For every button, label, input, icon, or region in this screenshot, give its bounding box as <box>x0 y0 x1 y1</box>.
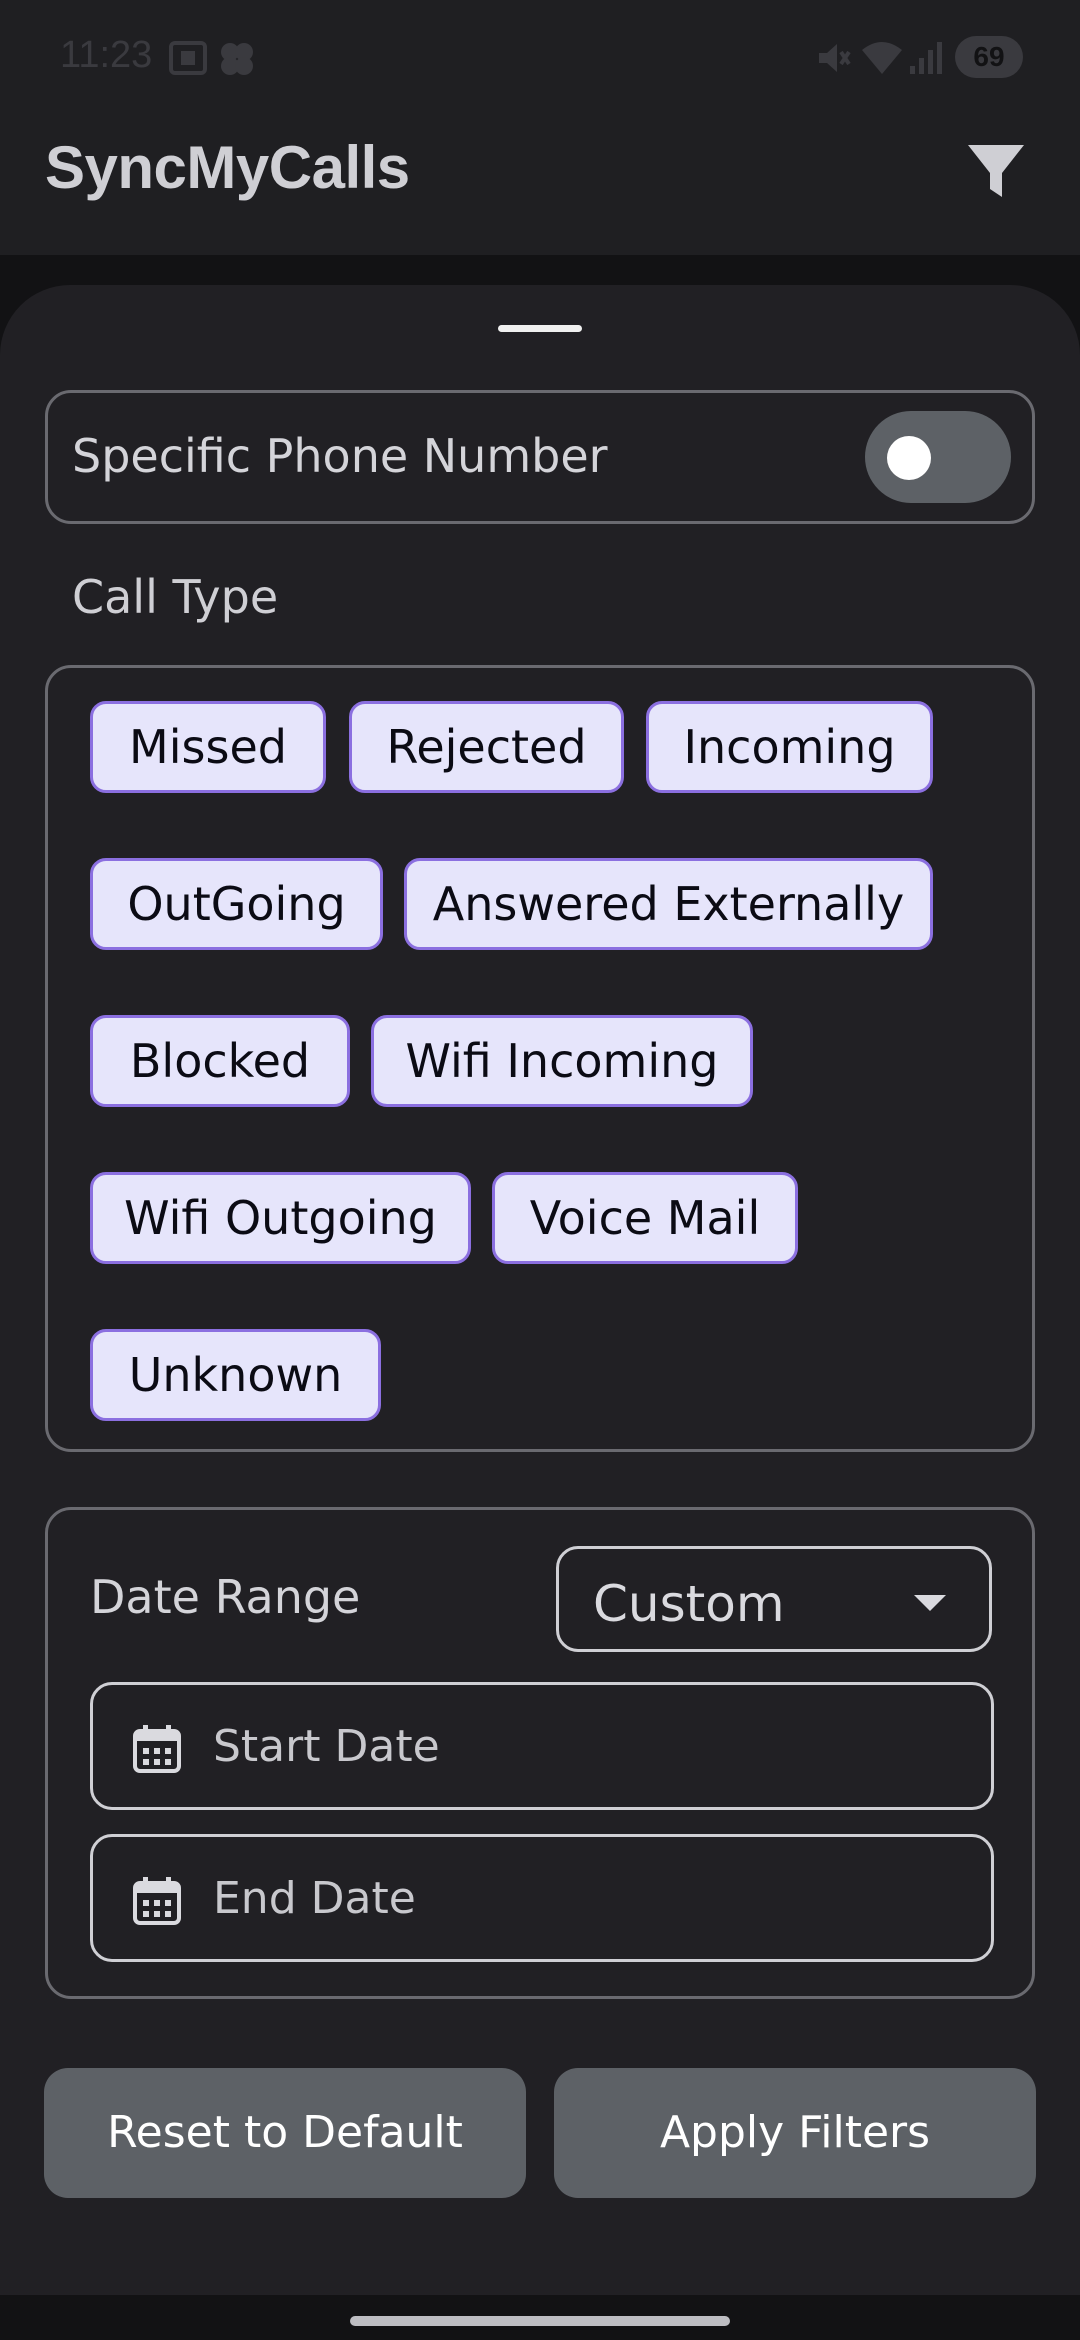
chip-unknown[interactable]: Unknown <box>90 1329 381 1421</box>
status-time: 11:23 <box>60 34 153 76</box>
pinwheel-icon <box>221 43 253 75</box>
chevron-down-icon <box>914 1595 946 1611</box>
start-date-placeholder: Start Date <box>213 1721 440 1772</box>
drag-handle[interactable] <box>498 325 582 332</box>
calendar-icon <box>133 1725 181 1773</box>
chip-incoming[interactable]: Incoming <box>646 701 933 793</box>
phone-number-toggle[interactable] <box>865 411 1011 503</box>
date-range-dropdown[interactable]: Custom <box>556 1546 992 1652</box>
chip-rejected[interactable]: Rejected <box>349 701 624 793</box>
end-date-field[interactable]: End Date <box>90 1834 994 1962</box>
filter-sheet: Specific Phone Number Call Type Missed R… <box>0 285 1080 2295</box>
call-type-chips: Missed Rejected Incoming OutGoing Answer… <box>45 665 1035 1452</box>
chip-answered-externally[interactable]: Answered Externally <box>404 858 933 950</box>
filter-icon[interactable] <box>960 135 1032 207</box>
apply-filters-button[interactable]: Apply Filters <box>554 2068 1036 2198</box>
home-gesture-pill[interactable] <box>350 2316 730 2326</box>
chip-voice-mail[interactable]: Voice Mail <box>492 1172 798 1264</box>
chip-wifi-outgoing[interactable]: Wifi Outgoing <box>90 1172 471 1264</box>
phone-number-label: Specific Phone Number <box>72 429 608 483</box>
wifi-icon <box>862 42 902 74</box>
reset-button[interactable]: Reset to Default <box>44 2068 526 2198</box>
app-bar: SyncMyCalls <box>0 115 1080 255</box>
date-range-card: Date Range Custom Start Date End Date <box>45 1507 1035 1999</box>
start-date-field[interactable]: Start Date <box>90 1682 994 1810</box>
screenshot-icon <box>169 41 207 75</box>
phone-number-filter: Specific Phone Number <box>45 390 1035 524</box>
app-title: SyncMyCalls <box>45 134 410 201</box>
chip-blocked[interactable]: Blocked <box>90 1015 350 1107</box>
toggle-knob <box>887 436 931 480</box>
signal-icon <box>910 42 942 74</box>
status-bar: 11:23 69 <box>0 0 1080 115</box>
call-type-label: Call Type <box>72 570 279 624</box>
calendar-icon <box>133 1877 181 1925</box>
battery-icon: 69 <box>955 36 1023 78</box>
date-range-value: Custom <box>593 1575 785 1633</box>
mute-icon <box>819 44 851 72</box>
chip-missed[interactable]: Missed <box>90 701 326 793</box>
chip-wifi-incoming[interactable]: Wifi Incoming <box>371 1015 753 1107</box>
date-range-label: Date Range <box>90 1570 361 1624</box>
end-date-placeholder: End Date <box>213 1873 416 1924</box>
chip-outgoing[interactable]: OutGoing <box>90 858 383 950</box>
